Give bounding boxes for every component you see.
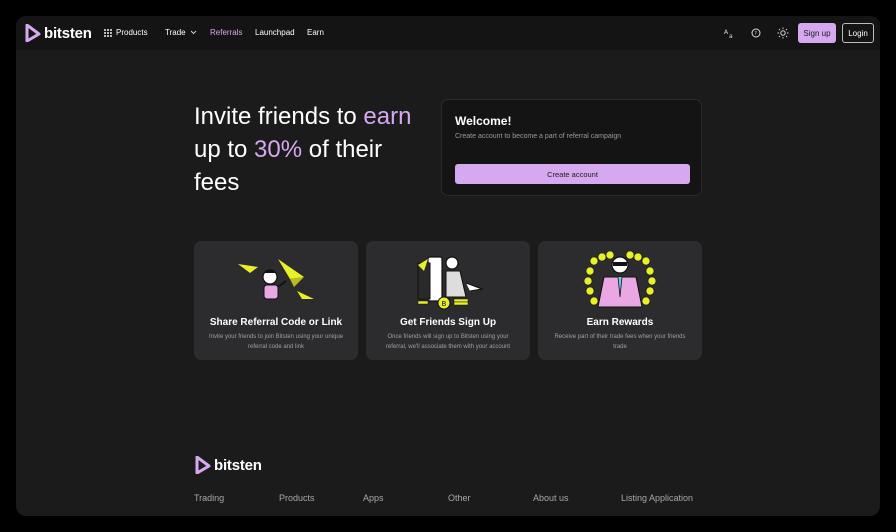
nav-launchpad-label: Launchpad: [255, 28, 295, 37]
nav-earn[interactable]: Earn: [307, 28, 324, 37]
feature-card-signup: B Get Friends Sign Up Once friends will …: [366, 241, 530, 360]
footer-logo[interactable]: bitsten: [195, 456, 262, 474]
welcome-title: Welcome!: [455, 114, 512, 128]
bitsten-logo-icon: [25, 24, 41, 42]
translate-icon[interactable]: A a: [722, 26, 736, 40]
nav-products-label: Products: [116, 28, 148, 37]
card-description: Invite your friends to join Bitsten usin…: [208, 334, 344, 350]
app-window: bitsten Products Trade Referrals Launchp…: [16, 16, 880, 516]
footer-brand-name: bitsten: [214, 456, 262, 474]
footer-link-about[interactable]: About us: [533, 493, 569, 503]
hero-text: up to: [194, 136, 255, 163]
footer-link-listing[interactable]: Listing Application: [621, 493, 693, 503]
hero-text: fees: [194, 169, 240, 196]
top-navbar: bitsten Products Trade Referrals Launchp…: [16, 16, 880, 50]
create-account-button[interactable]: Create account: [455, 164, 690, 184]
rewards-illustration-icon: [583, 250, 657, 308]
theme-toggle-sun-icon[interactable]: [776, 26, 790, 40]
card-title: Get Friends Sign Up: [399, 317, 497, 328]
footer-link-apps[interactable]: Apps: [363, 493, 384, 503]
feature-card-rewards: Earn Rewards Receive part of their trade…: [538, 241, 702, 360]
apps-grid-icon: [104, 28, 112, 37]
paper-planes-illustration-icon: [238, 259, 314, 300]
chevron-down-icon: [190, 30, 196, 35]
brand-logo[interactable]: bitsten: [25, 24, 92, 42]
footer-links: Trading Products Apps Other About us Lis…: [194, 493, 704, 507]
svg-text:a: a: [729, 33, 733, 40]
hero-accent-earn: earn: [363, 103, 412, 130]
welcome-subtitle: Create account to become a part of refer…: [455, 133, 622, 140]
card-description: Once friends will sign up to Bitsten usi…: [385, 334, 511, 350]
welcome-panel: Welcome! Create account to become a part…: [441, 99, 702, 196]
help-icon[interactable]: ?: [749, 26, 763, 40]
svg-text:?: ?: [754, 31, 757, 37]
footer-link-products[interactable]: Products: [279, 493, 315, 503]
footer-link-trading[interactable]: Trading: [194, 493, 224, 503]
nav-earn-label: Earn: [307, 28, 324, 37]
footer-link-other[interactable]: Other: [448, 493, 471, 503]
nav-trade[interactable]: Trade: [165, 28, 197, 37]
bitsten-logo-icon: [195, 456, 211, 474]
signup-button[interactable]: Sign up: [798, 23, 836, 43]
hero-heading: Invite friends to earn up to 30% of thei…: [194, 100, 444, 199]
nav-referrals-label: Referrals: [210, 28, 243, 37]
hero-accent-percent: 30%: [254, 136, 303, 163]
brand-name: bitsten: [44, 24, 92, 42]
friends-signup-illustration-icon: B: [417, 256, 484, 310]
hero-text: Invite friends to: [194, 103, 364, 130]
nav-trade-label: Trade: [165, 28, 186, 37]
nav-referrals[interactable]: Referrals: [210, 28, 242, 37]
nav-products[interactable]: Products: [104, 28, 148, 37]
card-description: Receive part of their trade fees when yo…: [554, 334, 686, 350]
login-button[interactable]: Login: [842, 23, 874, 43]
svg-text:B: B: [442, 300, 447, 308]
nav-launchpad[interactable]: Launchpad: [255, 28, 295, 37]
card-title: Earn Rewards: [586, 317, 654, 328]
hero-text: of their: [302, 136, 383, 163]
feature-card-share: Share Referral Code or Link Invite your …: [194, 241, 358, 360]
card-title: Share Referral Code or Link: [209, 317, 343, 328]
